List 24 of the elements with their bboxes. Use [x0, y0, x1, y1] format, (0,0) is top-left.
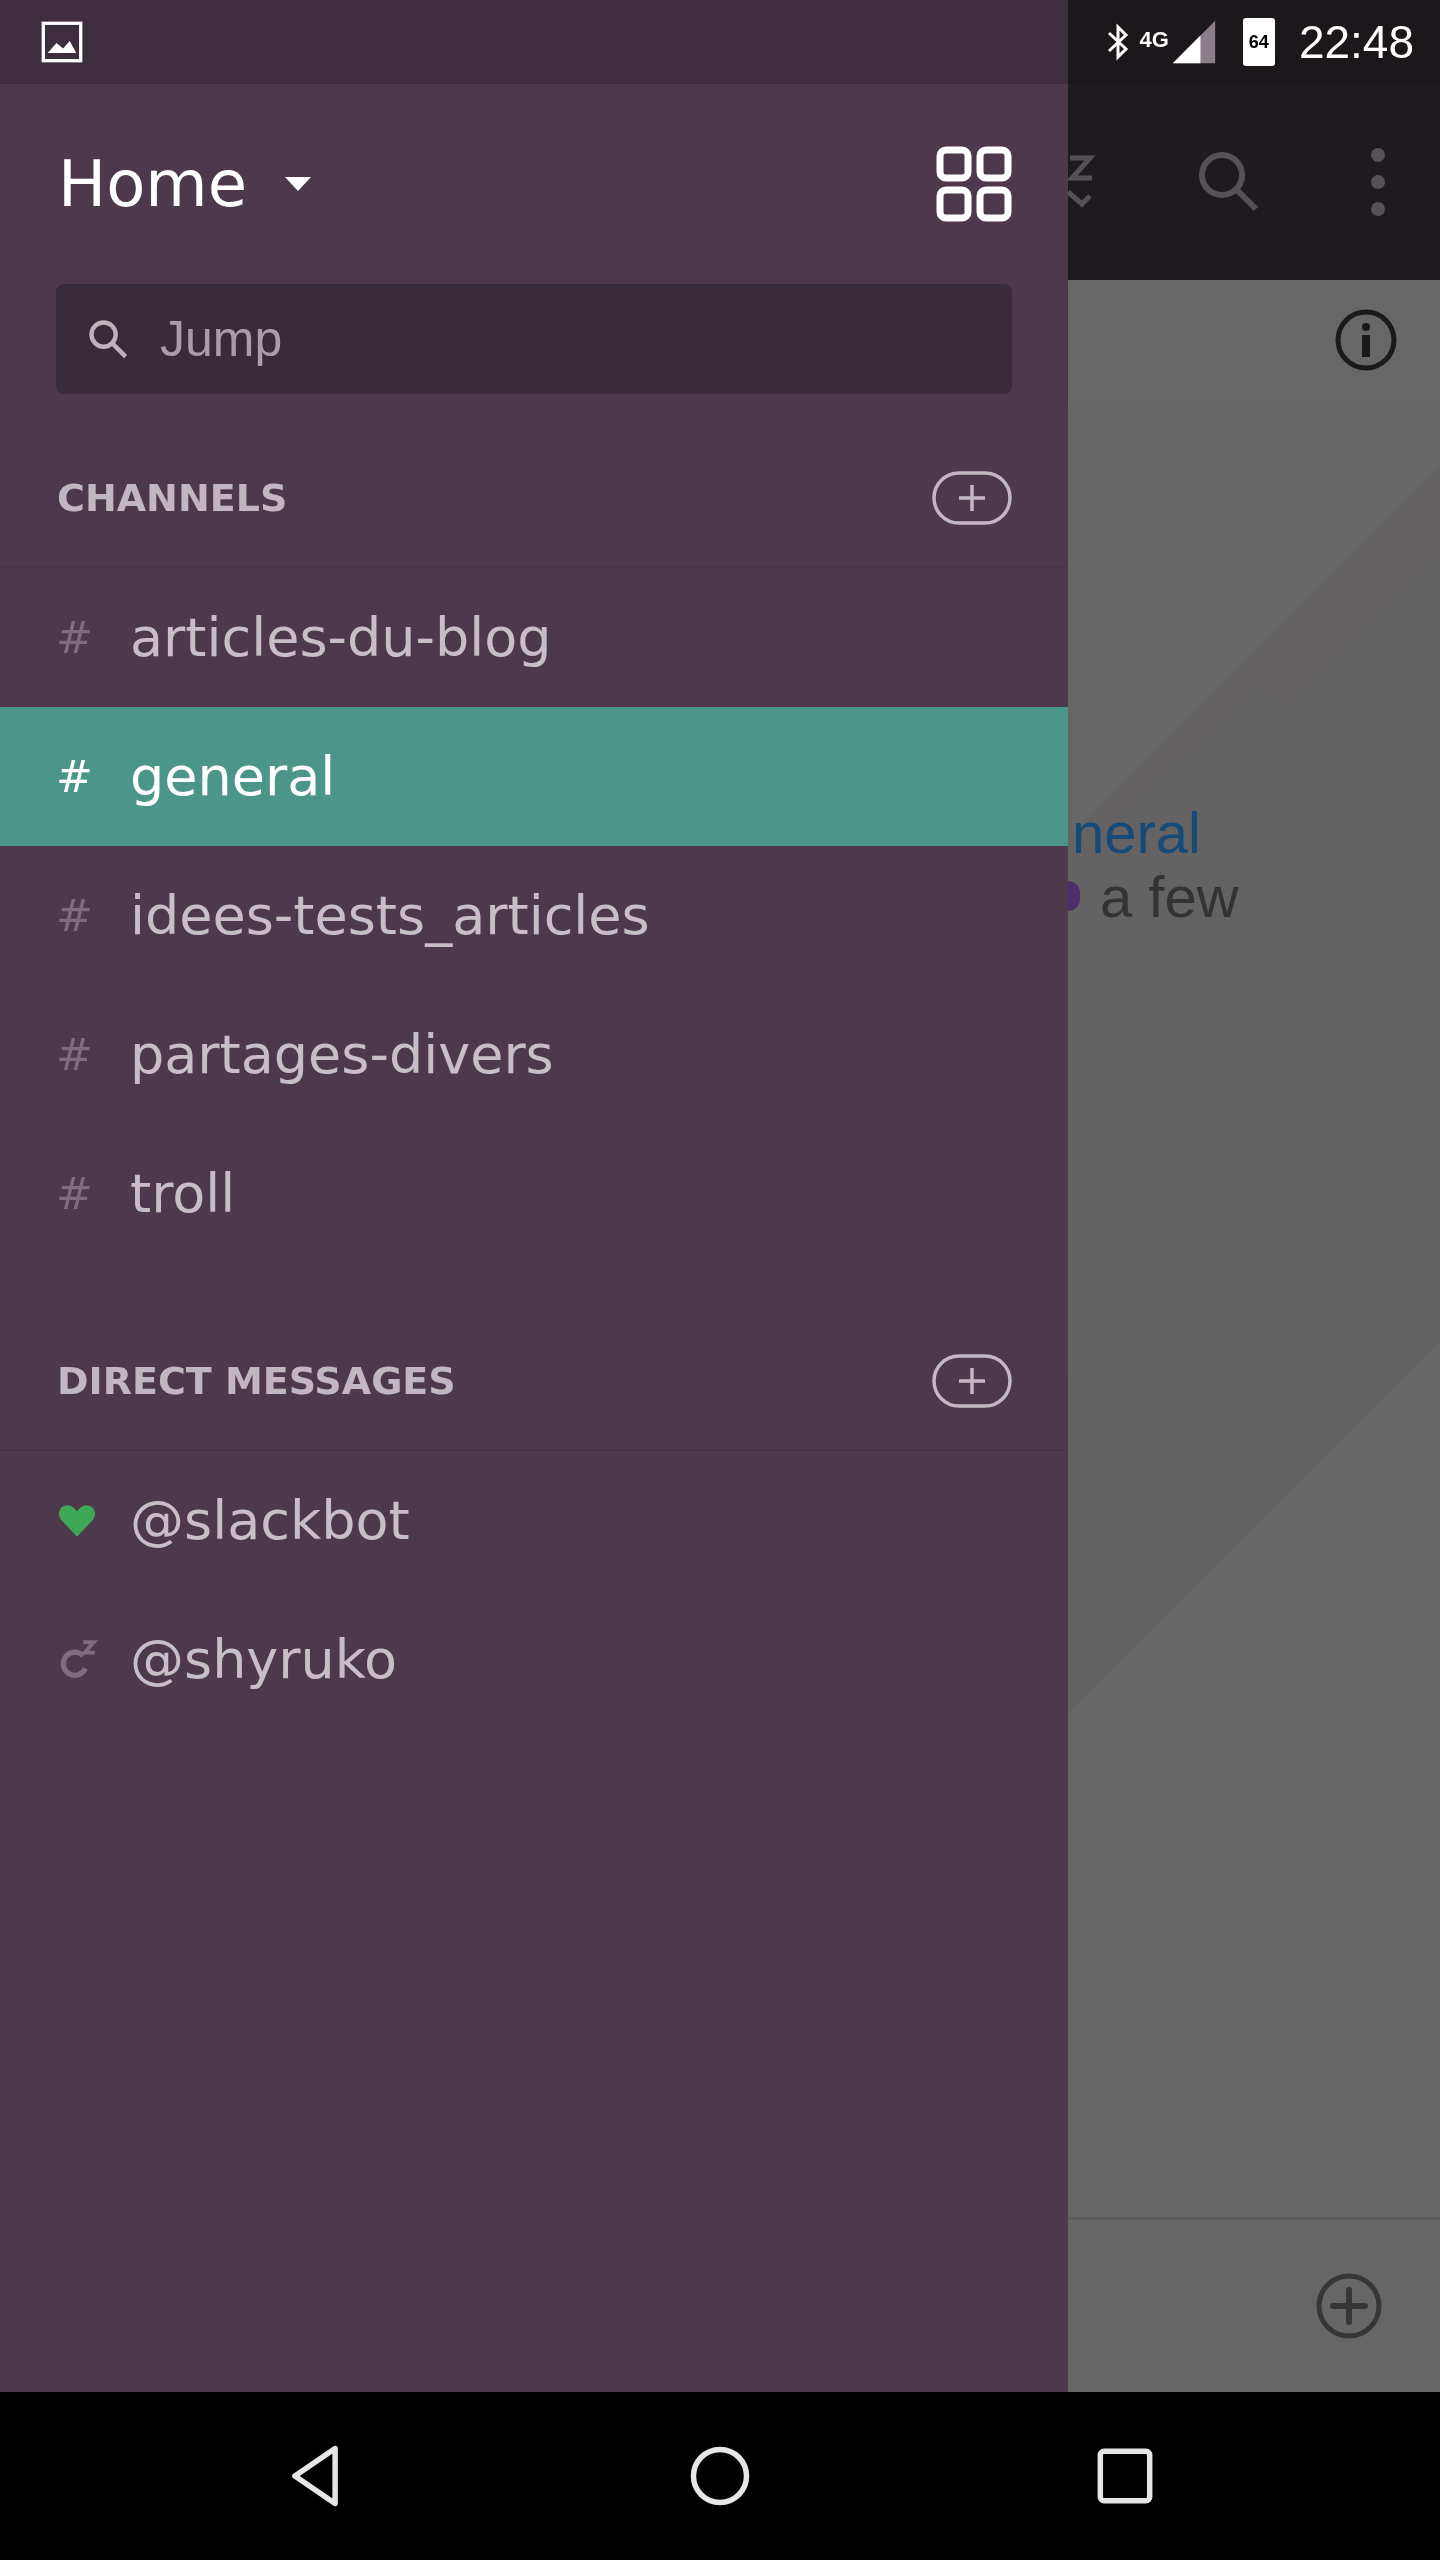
info-icon[interactable] [1334, 308, 1398, 372]
sidebar-item[interactable]: # idees-tests_articles [0, 846, 1068, 985]
sidebar-item[interactable]: # general [0, 707, 1068, 846]
sidebar-item[interactable]: # articles-du-blog [0, 568, 1068, 707]
battery-icon: 64 [1242, 18, 1275, 66]
search-field[interactable]: Jump [56, 284, 1012, 394]
workspace-menu[interactable]: Home [58, 147, 313, 221]
clock: 22:48 [1298, 15, 1414, 69]
image-icon [40, 20, 84, 64]
add-icon[interactable] [932, 1354, 1012, 1408]
sidebar-item[interactable]: @shyruko [0, 1590, 1068, 1729]
bluetooth-icon [1105, 22, 1130, 62]
section-heading: CHANNELS [57, 476, 288, 520]
section-heading: DIRECT MESSAGES [57, 1359, 456, 1403]
home-icon[interactable] [688, 2444, 752, 2508]
search-icon [86, 317, 130, 361]
sidebar-item[interactable]: # partages-divers [0, 985, 1068, 1124]
grid-icon[interactable] [936, 146, 1012, 222]
network-label: 4G [1139, 27, 1169, 53]
sidebar-item[interactable]: @slackbot [0, 1451, 1068, 1590]
sidebar-item[interactable]: # troll [0, 1124, 1068, 1263]
add-icon[interactable] [932, 471, 1012, 525]
message-text: neral [1071, 798, 1201, 866]
signal-icon [1170, 19, 1217, 65]
